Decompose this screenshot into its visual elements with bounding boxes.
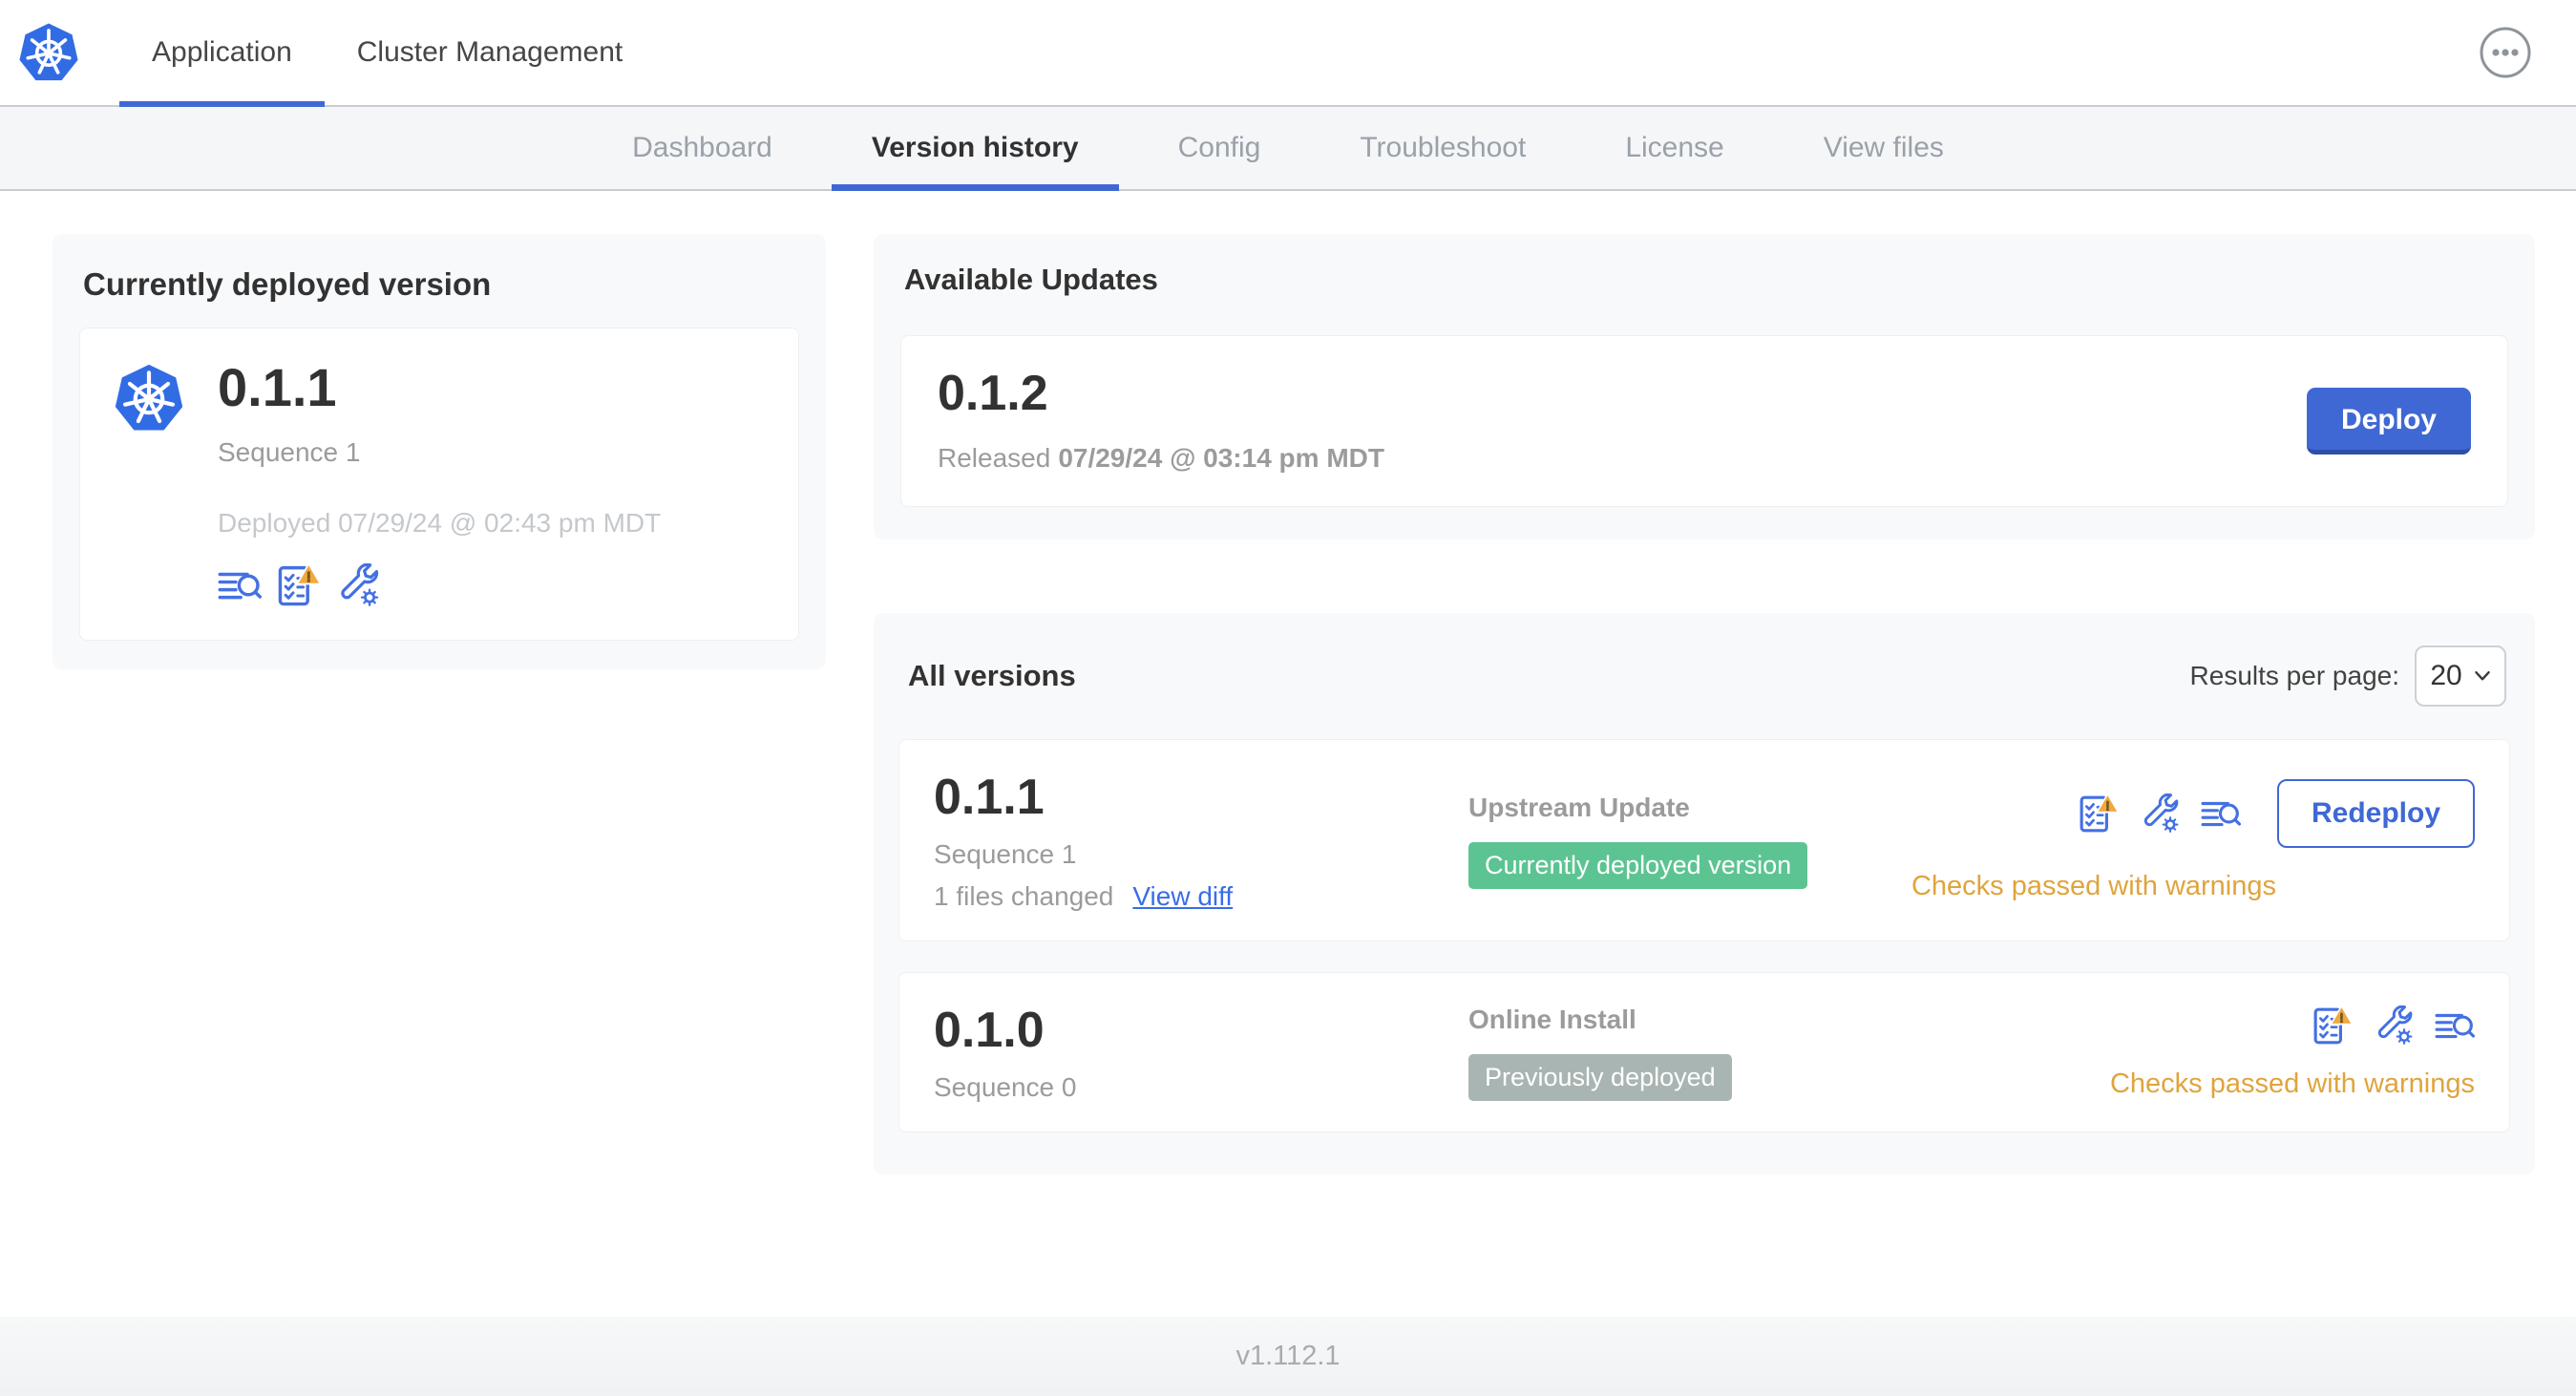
- view-logs-icon[interactable]: [2201, 793, 2241, 834]
- edit-config-icon[interactable]: [2140, 793, 2180, 834]
- version-sequence: Sequence 0: [934, 1072, 1077, 1102]
- version-source-label: Upstream Update: [1468, 792, 1690, 822]
- version-row-middle: Upstream Update Currently deployed versi…: [1468, 793, 1911, 889]
- tab-version-history[interactable]: Version history: [822, 107, 1129, 191]
- tab-config[interactable]: Config: [1129, 107, 1311, 189]
- deployment-status-badge: Currently deployed version: [1468, 841, 1808, 889]
- update-row: 0.1.2 Released 07/29/24 @ 03:14 pm MDT De…: [900, 335, 2508, 507]
- currently-deployed-version-card: 0.1.1 Sequence 1 Deployed 07/29/24 @ 02:…: [79, 328, 799, 641]
- tab-license[interactable]: License: [1575, 107, 1773, 189]
- tab-troubleshoot[interactable]: Troubleshoot: [1310, 107, 1575, 189]
- kubernetes-logo: [17, 0, 80, 105]
- app-tabs: Application Cluster Management: [119, 0, 655, 107]
- app-header: Application Cluster Management: [0, 0, 2576, 107]
- version-row-middle: Online Install Previously deployed: [1468, 1005, 2110, 1101]
- deployed-sequence: Sequence 1: [218, 437, 361, 467]
- tab-cluster-management[interactable]: Cluster Management: [325, 0, 655, 105]
- edit-config-icon[interactable]: [2374, 1005, 2414, 1046]
- checks-status-text: Checks passed with warnings: [1911, 870, 2276, 901]
- results-per-page-value: 20: [2430, 660, 2462, 691]
- results-per-page-label: Results per page:: [2189, 661, 2399, 690]
- update-released-timestamp: Released 07/29/24 @ 03:14 pm MDT: [938, 443, 1384, 473]
- results-per-page-select[interactable]: 20: [2415, 645, 2506, 707]
- main-content: Currently deployed version 0.1.1 Sequenc…: [0, 191, 2576, 1317]
- update-version-number: 0.1.2: [938, 366, 1048, 421]
- currently-deployed-title: Currently deployed version: [83, 266, 492, 302]
- version-sequence: Sequence 1: [934, 839, 1077, 869]
- kubernetes-app-icon: [113, 361, 185, 607]
- tab-application[interactable]: Application: [119, 0, 325, 107]
- update-details: 0.1.2 Released 07/29/24 @ 03:14 pm MDT: [938, 369, 1384, 474]
- tab-dashboard[interactable]: Dashboard: [582, 107, 822, 189]
- version-row: 0.1.0 Sequence 0 Online Install Previous…: [898, 972, 2510, 1132]
- version-rows: 0.1.1 Sequence 1 1 files changed View di…: [898, 739, 2510, 1132]
- deployed-action-icons: [218, 563, 661, 607]
- version-row-actions: Checks passed with warnings: [2110, 1005, 2475, 1100]
- files-changed-row: 1 files changed View diff: [934, 881, 1468, 912]
- checks-status-text: Checks passed with warnings: [2109, 1068, 2475, 1099]
- header-right: [2479, 0, 2576, 105]
- preflight-checks-warning-icon[interactable]: [2079, 793, 2119, 834]
- edit-config-icon[interactable]: [336, 563, 380, 607]
- deploy-button[interactable]: Deploy: [2306, 388, 2471, 455]
- available-updates-title: Available Updates: [904, 263, 1158, 296]
- results-per-page: Results per page: 20: [2190, 645, 2506, 707]
- right-column: Available Updates 0.1.2 Released 07/29/24…: [874, 234, 2535, 1174]
- preflight-checks-warning-icon[interactable]: [2312, 1005, 2353, 1046]
- redeploy-button[interactable]: Redeploy: [2276, 778, 2475, 848]
- version-row: 0.1.1 Sequence 1 1 files changed View di…: [898, 739, 2510, 941]
- preflight-checks-warning-icon[interactable]: [277, 563, 321, 607]
- view-logs-icon[interactable]: [218, 563, 262, 607]
- deployed-version-number: 0.1.1: [218, 357, 337, 417]
- version-number: 0.1.0: [934, 1003, 1045, 1058]
- chevron-down-icon: [2474, 670, 2491, 682]
- view-diff-link[interactable]: View diff: [1132, 881, 1233, 912]
- view-logs-icon[interactable]: [2435, 1005, 2475, 1046]
- currently-deployed-card: Currently deployed version 0.1.1 Sequenc…: [53, 234, 826, 669]
- version-number: 0.1.1: [934, 770, 1045, 825]
- all-versions-card: All versions Results per page: 20 0.1.1 …: [874, 613, 2535, 1174]
- console-version: v1.112.1: [1235, 1341, 1341, 1371]
- more-menu-button[interactable]: [2479, 26, 2532, 79]
- ellipsis-icon: [2479, 26, 2532, 79]
- available-updates-card: Available Updates 0.1.2 Released 07/29/24…: [874, 234, 2535, 539]
- tab-view-files[interactable]: View files: [1774, 107, 1994, 189]
- deployment-status-badge: Previously deployed: [1468, 1053, 1732, 1101]
- all-versions-title: All versions: [908, 659, 1076, 692]
- version-row-left: 0.1.0 Sequence 0: [934, 1002, 1468, 1103]
- deployed-version-details: 0.1.1 Sequence 1 Deployed 07/29/24 @ 02:…: [218, 361, 661, 607]
- app-footer: v1.112.1: [0, 1317, 2576, 1396]
- files-changed-label: 1 files changed: [934, 881, 1114, 911]
- version-source-label: Online Install: [1468, 1004, 1636, 1034]
- version-row-actions: Redeploy Checks passed with warnings: [1911, 778, 2475, 902]
- version-row-left: 0.1.1 Sequence 1 1 files changed View di…: [934, 769, 1468, 912]
- app-subnav: Dashboard Version history Config Trouble…: [0, 107, 2576, 191]
- all-versions-header: All versions Results per page: 20: [898, 638, 2510, 707]
- deployed-timestamp: Deployed 07/29/24 @ 02:43 pm MDT: [218, 508, 662, 538]
